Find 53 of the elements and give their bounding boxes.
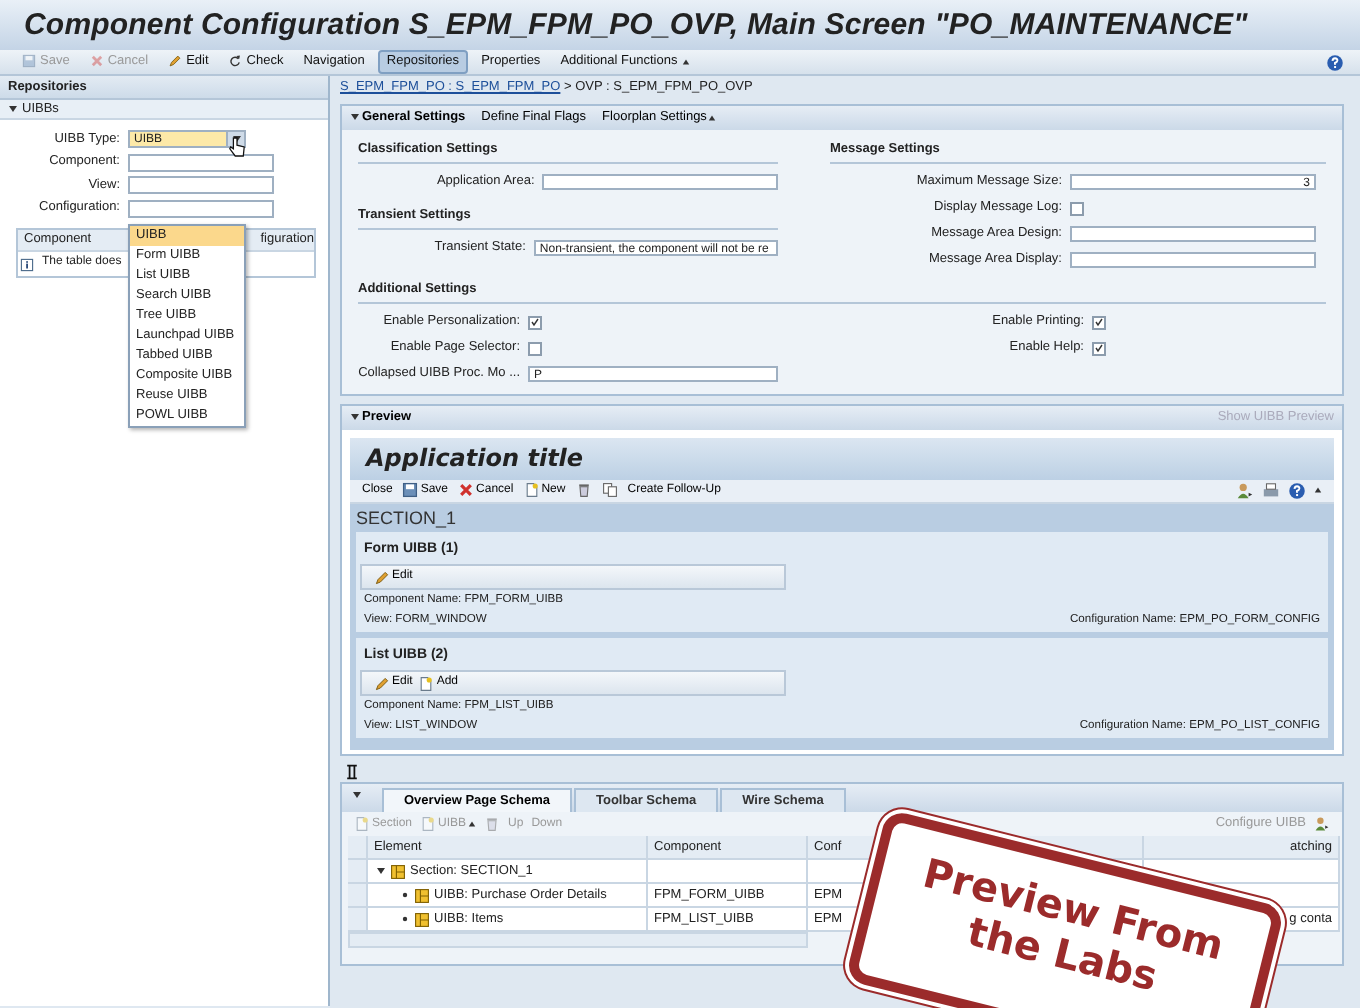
person-icon[interactable]: [1236, 481, 1254, 500]
checkbox[interactable]: [528, 341, 542, 356]
checkbox[interactable]: [1092, 341, 1106, 356]
bullet-icon: [400, 914, 410, 925]
layout-node-icon: [390, 863, 406, 880]
caret-icon: [681, 57, 690, 66]
pencil-icon: [168, 54, 183, 69]
row-selector-header: [348, 836, 368, 861]
input-field[interactable]: [128, 176, 274, 195]
save-icon: [22, 54, 36, 69]
scrollbar[interactable]: [348, 932, 808, 949]
trash-icon[interactable]: [575, 482, 592, 499]
resize-handle-icon: [344, 764, 360, 781]
trash-icon[interactable]: [484, 816, 501, 833]
input-field[interactable]: [1070, 252, 1316, 269]
window-title: Component Configuration S_EPM_FPM_PO_OVP, Main Screen "PO_MAINTENANCE": [0, 0, 1360, 50]
expand-arrow-icon[interactable]: [350, 112, 360, 123]
new-document-icon: [420, 816, 437, 833]
new-document-icon: [354, 816, 370, 833]
layout-node-icon: [414, 887, 430, 904]
checkbox[interactable]: [1092, 315, 1106, 330]
cancel-icon: [458, 482, 475, 499]
input-field[interactable]: [128, 199, 274, 218]
input-field[interactable]: [128, 153, 274, 172]
person-icon[interactable]: [1314, 816, 1330, 833]
hand-cursor-icon: [228, 136, 246, 158]
layout-node-icon: [414, 911, 430, 928]
panel-toggle-icon[interactable]: [352, 790, 362, 801]
printer-icon[interactable]: [1262, 481, 1280, 500]
expand-arrow-icon[interactable]: [350, 412, 360, 423]
cancel-icon: [89, 54, 104, 69]
input-field[interactable]: [1070, 226, 1316, 243]
bullet-icon: [400, 890, 410, 901]
help-icon[interactable]: [1288, 481, 1306, 500]
caret-icon: [468, 820, 477, 829]
info-icon: [20, 257, 34, 271]
checkbox[interactable]: [1070, 201, 1084, 216]
expand-arrow-icon[interactable]: [8, 104, 18, 114]
copy-icon[interactable]: [601, 482, 618, 499]
input-field[interactable]: [542, 174, 778, 191]
application-title: Application title: [350, 437, 1334, 480]
section-title: SECTION_1: [356, 507, 459, 532]
new-document-icon: [418, 675, 435, 692]
pencil-icon: [374, 675, 390, 692]
pencil-icon: [374, 569, 390, 586]
expand-arrow-icon[interactable]: [376, 866, 386, 877]
caret-icon: [708, 113, 717, 122]
save-icon: [402, 482, 419, 499]
help-icon[interactable]: [1326, 53, 1344, 71]
caret-icon: [1314, 486, 1322, 495]
new-document-icon: [523, 482, 540, 499]
refresh-icon: [228, 54, 243, 69]
checkbox[interactable]: [528, 315, 542, 330]
